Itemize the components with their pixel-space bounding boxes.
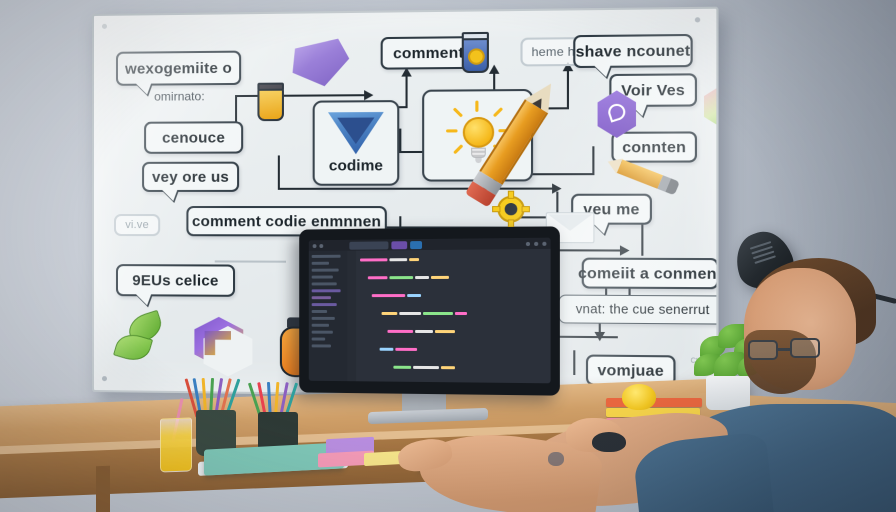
node-comeiit-a-conment[interactable]: comeiit a conment bbox=[578, 257, 719, 290]
prism-logo-sticker bbox=[190, 317, 247, 368]
node-label: cenouce bbox=[162, 128, 226, 147]
gear-jar-sticker bbox=[461, 31, 489, 74]
window-dot-icon[interactable] bbox=[319, 243, 324, 248]
node-label: 9EUs celice bbox=[132, 271, 219, 290]
triangle-logo-icon bbox=[328, 109, 384, 154]
node-label: connten bbox=[622, 138, 687, 157]
connector bbox=[277, 187, 555, 190]
plant-pot bbox=[706, 376, 750, 410]
mouse[interactable] bbox=[592, 432, 626, 452]
pink-green-hex-sticker bbox=[701, 85, 718, 127]
code-area[interactable] bbox=[356, 248, 551, 384]
lemon-half bbox=[622, 384, 656, 410]
glasses-lens-right bbox=[790, 338, 820, 358]
editor-tab[interactable] bbox=[410, 240, 423, 249]
connector bbox=[573, 350, 576, 376]
glasses-bridge bbox=[778, 348, 790, 351]
arrow-head bbox=[364, 90, 374, 101]
connector bbox=[556, 335, 618, 339]
board-pin bbox=[101, 23, 107, 29]
connector bbox=[399, 128, 402, 154]
arrow-head bbox=[488, 64, 500, 74]
node-label: codime bbox=[328, 157, 383, 175]
connector bbox=[405, 73, 408, 107]
node-cenouce[interactable]: cenouce bbox=[144, 121, 244, 154]
node-label: shave ncounet bbox=[575, 41, 691, 61]
node-label: comeiit a conment bbox=[577, 264, 719, 283]
honey-jar-sticker bbox=[257, 82, 284, 122]
monitor[interactable] bbox=[299, 226, 560, 396]
juice-glass bbox=[160, 417, 192, 473]
node-label: comment codie enmnnen bbox=[191, 212, 382, 230]
node-label: wexogemiite o bbox=[125, 59, 232, 78]
purple-prism-sticker bbox=[290, 35, 352, 88]
toolbar-icon[interactable] bbox=[542, 241, 547, 246]
connector bbox=[592, 146, 595, 176]
editor-tab-active[interactable] bbox=[349, 240, 389, 250]
file-explorer-panel[interactable] bbox=[308, 250, 348, 382]
connector bbox=[566, 68, 570, 110]
gear-sticker bbox=[492, 190, 530, 228]
connector-faded bbox=[214, 260, 287, 263]
node-vey-ore-us[interactable]: vey ore us bbox=[142, 161, 240, 192]
node-omirnato: omirnato: bbox=[154, 89, 205, 104]
node-vicve[interactable]: vi.ve bbox=[113, 214, 161, 237]
scene-root: · · · wexogemiite o omirnato: cenouce ve… bbox=[0, 0, 896, 512]
editor-gutter bbox=[347, 250, 357, 382]
node-label: vomjuae bbox=[597, 361, 664, 380]
board-pin bbox=[694, 17, 701, 23]
node-9eus-celice[interactable]: 9EUs celice bbox=[115, 264, 236, 297]
editor-tab[interactable] bbox=[391, 240, 408, 249]
monitor-screen[interactable] bbox=[308, 237, 551, 384]
node-wexogemiite[interactable]: wexogemiite o bbox=[115, 50, 242, 86]
arrow-head bbox=[619, 245, 630, 256]
toolbar-icon[interactable] bbox=[534, 241, 539, 246]
leaf-sticker bbox=[113, 309, 176, 369]
node-shave-ncounet[interactable]: shave ncounet bbox=[573, 33, 693, 69]
node-label: vnat: the cue senerrut bbox=[575, 301, 710, 318]
toolbar-icon[interactable] bbox=[525, 241, 531, 246]
node-label: vey ore us bbox=[152, 168, 230, 186]
forearm-tattoo bbox=[548, 452, 564, 466]
glasses-lens-left bbox=[748, 340, 778, 360]
node-vnat-the-cue[interactable]: vnat: the cue senerrut bbox=[558, 294, 719, 325]
window-dot-icon[interactable] bbox=[312, 243, 317, 248]
node-label: vi.ve bbox=[125, 219, 149, 232]
editor-body bbox=[308, 248, 551, 384]
node-codime-tile[interactable]: codime bbox=[312, 100, 400, 186]
node-label: comment bbox=[393, 43, 464, 62]
connector bbox=[277, 155, 280, 190]
connector bbox=[235, 94, 367, 98]
board-pin bbox=[101, 376, 107, 382]
desk-leg bbox=[96, 465, 110, 512]
purple-hex-badge bbox=[594, 90, 639, 138]
